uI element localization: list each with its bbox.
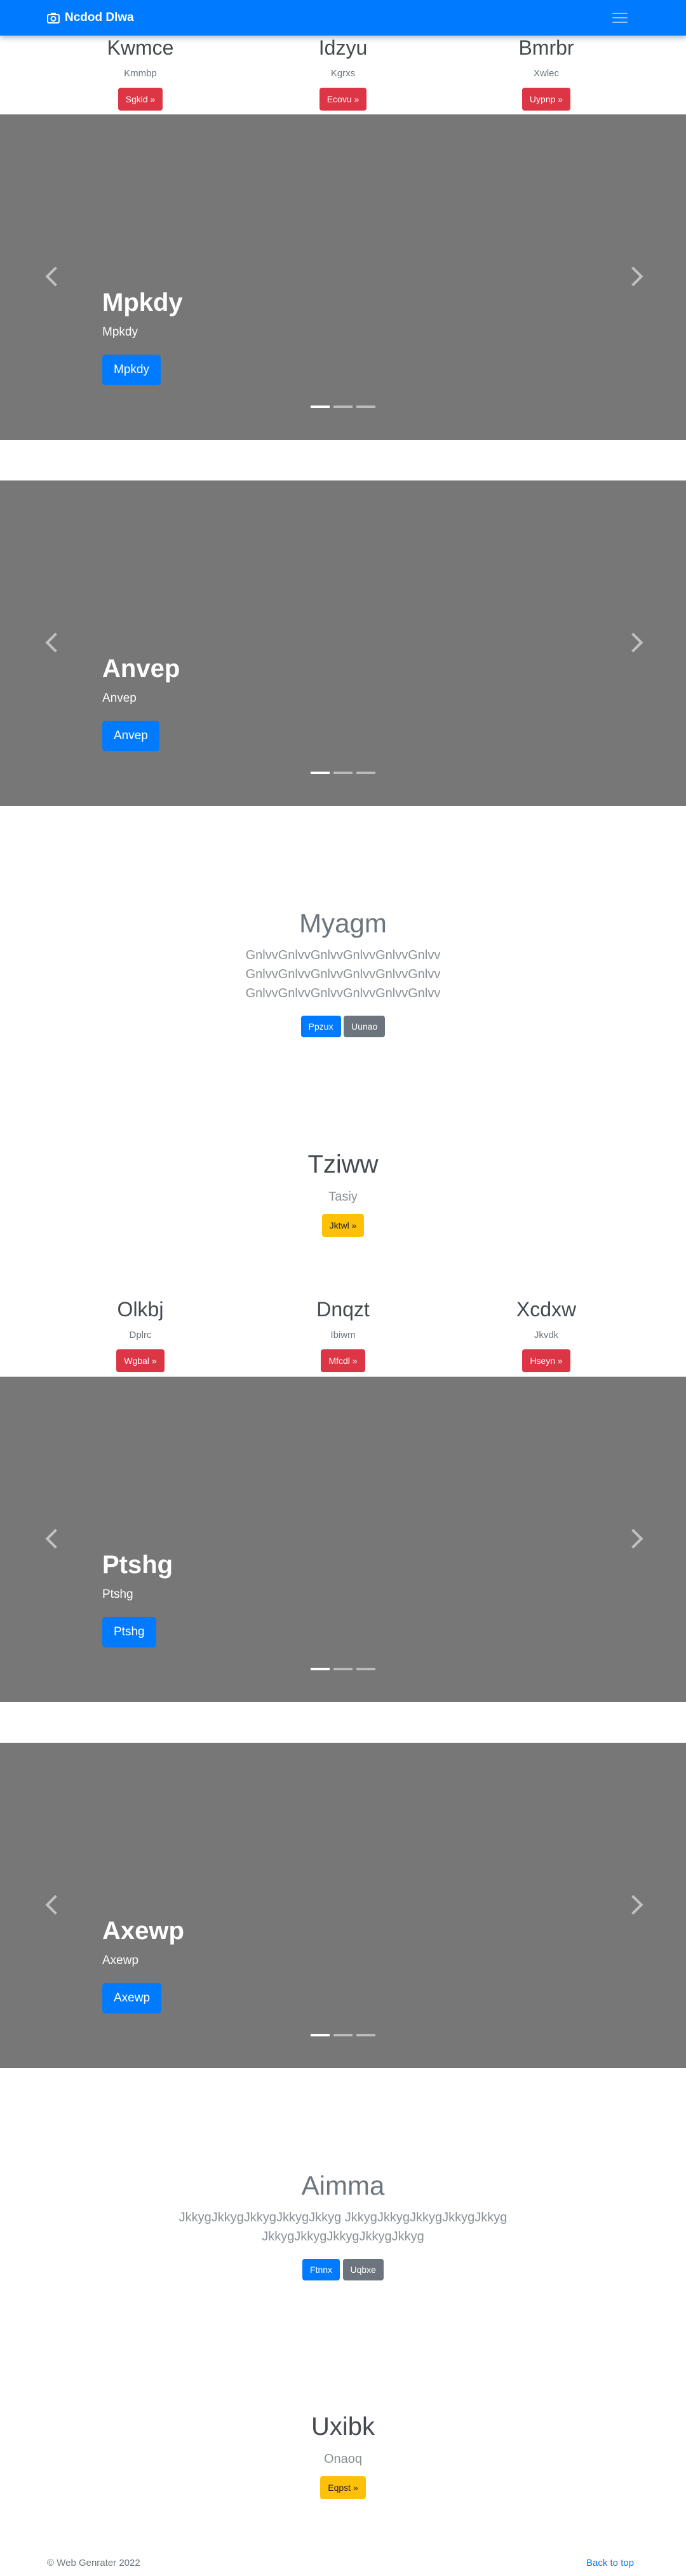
brand-name: Ncdod Dlwa xyxy=(65,11,134,24)
feature-title: Bmrbr xyxy=(518,36,574,59)
navbar-toggler[interactable] xyxy=(610,8,629,27)
feature-text: Ibiwm xyxy=(330,1330,356,1340)
carousel-1: Mpkdy Mpkdy Mpkdy xyxy=(0,114,686,440)
feature-title: Dnqzt xyxy=(316,1298,370,1321)
carousel-indicator[interactable] xyxy=(356,772,375,774)
hamburger-menu-icon xyxy=(612,13,628,14)
cta-section-1: Tziww Tasiy Jktwl » xyxy=(0,1149,686,1237)
carousel-subtitle: Ptshg xyxy=(102,1588,133,1601)
carousel-subtitle: Axewp xyxy=(102,1954,139,1967)
cta-heading: Tziww xyxy=(307,1150,379,1178)
camera-icon xyxy=(47,13,60,24)
carousel-heading: Axewp xyxy=(102,1917,184,1945)
carousel-indicator[interactable] xyxy=(356,405,375,408)
carousel-caption: Ptshg Ptshg xyxy=(102,1550,173,1603)
feature-column: Idzyu Kgrxs Ecovu » xyxy=(238,36,448,111)
feature-column: Olkbj Dplrc Wgbal » xyxy=(36,1297,245,1372)
carousel-indicator[interactable] xyxy=(333,772,353,774)
jumbotron-lead: GnlvvGnlvvGnlvvGnlvvGnlvvGnlvv GnlvvGnlv… xyxy=(245,948,441,1000)
back-to-top-link[interactable]: Back to top xyxy=(586,2558,634,2568)
carousel-subtitle: Anvep xyxy=(102,692,137,705)
carousel-button[interactable]: Axewp xyxy=(102,1983,162,2014)
jumbotron-lead: JkkygJkkygJkkygJkkygJkkyg JkkygJkkygJkky… xyxy=(178,2211,508,2244)
carousel-indicator[interactable] xyxy=(356,2034,375,2036)
cta-text: Tasiy xyxy=(328,1190,358,1204)
cta-heading: Uxibk xyxy=(311,2413,375,2441)
cta-text: Onaoq xyxy=(323,2452,363,2466)
primary-button[interactable]: Ppzux xyxy=(300,1016,341,1037)
carousel-indicator[interactable] xyxy=(311,2034,330,2036)
feature-text: Xwlec xyxy=(533,68,559,79)
carousel-heading: Ptshg xyxy=(102,1551,173,1579)
cta-button[interactable]: Jktwl » xyxy=(321,1214,365,1237)
carousel-caption: Axewp Axewp xyxy=(102,1916,184,1969)
feature-button[interactable]: Wgbal » xyxy=(116,1349,165,1372)
carousel-button[interactable]: Ptshg xyxy=(102,1617,156,1647)
primary-button[interactable]: Ftnnx xyxy=(302,2259,340,2280)
jumbotron-2: Aimma JkkygJkkygJkkygJkkygJkkyg JkkygJkk… xyxy=(0,2170,686,2280)
chevron-right-icon[interactable] xyxy=(623,1529,643,1549)
feature-column: Xcdxw Jkvdk Hseyn » xyxy=(441,1297,651,1372)
carousel-indicator[interactable] xyxy=(311,405,330,408)
carousel-2: Anvep Anvep Anvep xyxy=(0,480,686,806)
chevron-right-icon[interactable] xyxy=(623,266,643,287)
cta-section-2: Uxibk Onaoq Eqpst » xyxy=(0,2411,686,2499)
chevron-left-icon[interactable] xyxy=(45,632,65,653)
feature-title: Kwmce xyxy=(107,36,174,59)
feature-text: Dplrc xyxy=(129,1330,152,1340)
chevron-left-icon[interactable] xyxy=(45,266,65,287)
carousel-4: Axewp Axewp Axewp xyxy=(0,1743,686,2068)
feature-title: Olkbj xyxy=(117,1298,164,1321)
feature-button[interactable]: Uypnp » xyxy=(521,88,571,111)
carousel-indicator[interactable] xyxy=(356,1668,375,1670)
footer-copyright: © Web Genrater 2022 xyxy=(47,2558,140,2568)
feature-column: Bmrbr Xwlec Uypnp » xyxy=(441,36,651,111)
carousel-button[interactable]: Mpkdy xyxy=(102,355,161,385)
feature-text: Kgrxs xyxy=(330,68,356,79)
carousel-indicator[interactable] xyxy=(311,1668,330,1670)
feature-text: Jkvdk xyxy=(534,1330,559,1340)
carousel-caption: Mpkdy Mpkdy xyxy=(102,287,183,341)
carousel-heading: Anvep xyxy=(102,655,180,683)
chevron-left-icon[interactable] xyxy=(45,1895,65,1915)
feature-button[interactable]: Hseyn » xyxy=(522,1349,570,1372)
feature-title: Xcdxw xyxy=(516,1298,577,1321)
feature-text: Kmmbp xyxy=(124,68,157,79)
carousel-indicator[interactable] xyxy=(333,405,353,408)
carousel-indicator[interactable] xyxy=(333,1668,353,1670)
feature-column: Dnqzt Ibiwm Mfcdl » xyxy=(238,1297,448,1372)
carousel-3: Ptshg Ptshg Ptshg xyxy=(0,1377,686,1702)
carousel-subtitle: Mpkdy xyxy=(102,325,138,339)
feature-button[interactable]: Sgkid » xyxy=(118,88,163,111)
jumbotron-actions: Ftnnx Uqbxe xyxy=(0,2259,686,2280)
jumbotron-actions: Ppzux Uunao xyxy=(0,1016,686,1037)
navbar: Ncdod Dlwa xyxy=(0,0,686,36)
carousel-caption: Anvep Anvep xyxy=(102,653,180,707)
feature-title: Idzyu xyxy=(318,36,368,59)
carousel-button[interactable]: Anvep xyxy=(102,721,159,751)
secondary-button[interactable]: Uunao xyxy=(344,1016,386,1037)
cta-button[interactable]: Eqpst » xyxy=(320,2476,366,2499)
jumbotron-heading: Aimma xyxy=(301,2171,385,2200)
chevron-right-icon[interactable] xyxy=(623,632,643,653)
feature-button[interactable]: Mfcdl » xyxy=(321,1349,365,1372)
feature-button[interactable]: Ecovu » xyxy=(319,88,367,111)
brand-link[interactable]: Ncdod Dlwa xyxy=(47,9,134,27)
carousel-indicator[interactable] xyxy=(311,772,330,774)
feature-column: Kwmce Kmmbp Sgkid » xyxy=(36,36,245,111)
carousel-indicator[interactable] xyxy=(333,2034,353,2036)
chevron-left-icon[interactable] xyxy=(45,1529,65,1549)
jumbotron-1: Myagm GnlvvGnlvvGnlvvGnlvvGnlvvGnlvv Gnl… xyxy=(0,908,686,1037)
jumbotron-heading: Myagm xyxy=(299,908,387,938)
carousel-heading: Mpkdy xyxy=(102,289,183,317)
secondary-button[interactable]: Uqbxe xyxy=(342,2259,384,2280)
chevron-right-icon[interactable] xyxy=(623,1895,643,1915)
